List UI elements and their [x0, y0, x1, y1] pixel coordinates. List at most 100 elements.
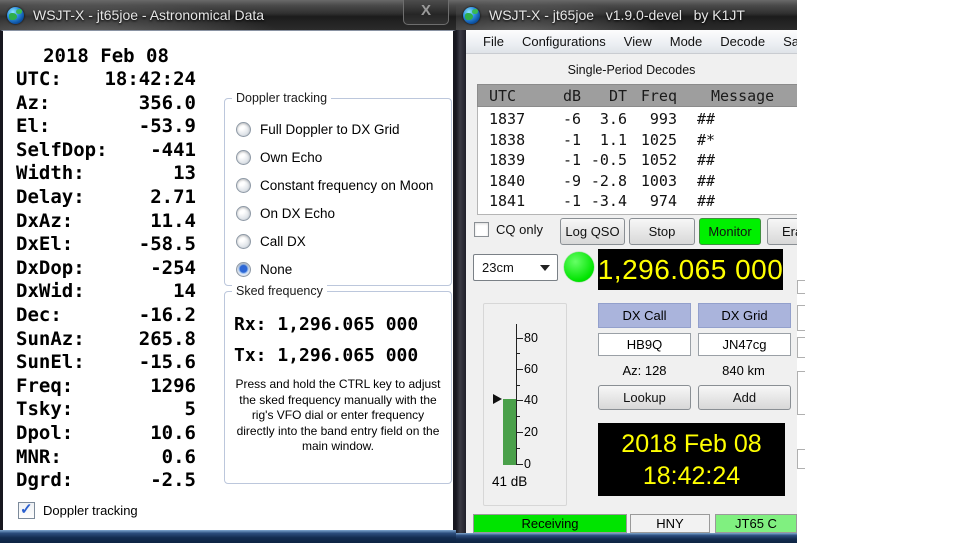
astro-value: 13: [173, 162, 196, 186]
menu-file[interactable]: File: [474, 34, 513, 49]
radio-on-dx-echo[interactable]: On DX Echo: [236, 199, 445, 227]
menu-view[interactable]: View: [615, 34, 661, 49]
decode-row[interactable]: 1840-9-2.81003##: [478, 171, 797, 192]
astro-row: UTC:18:42:24: [16, 68, 196, 92]
astro-label: El:: [16, 115, 50, 139]
close-icon[interactable]: X: [403, 0, 449, 25]
astro-value: 10.6: [150, 422, 196, 446]
radio-selected-icon[interactable]: [236, 262, 251, 277]
clipped-control-fragment: [797, 337, 805, 358]
cq-only-label: CQ only: [496, 222, 543, 237]
radio-label: Call DX: [260, 234, 306, 249]
decodes-table: UTC dB DT Freq Message 1837-63.6993## 18…: [477, 84, 797, 215]
astro-value: -53.9: [139, 115, 196, 139]
decode-row[interactable]: 1838-11.11025#*: [478, 130, 797, 151]
astro-label: Tsky:: [16, 398, 73, 422]
radio-own-echo[interactable]: Own Echo: [236, 143, 445, 171]
meter-tick-label: 0: [524, 457, 548, 471]
radio-icon[interactable]: [236, 122, 251, 137]
desktop: WSJT-X - jt65joe - Astronomical Data X 2…: [0, 0, 960, 543]
astro-row: MNR:0.6: [16, 446, 196, 470]
radio-full-doppler[interactable]: Full Doppler to DX Grid: [236, 115, 445, 143]
menu-decode[interactable]: Decode: [711, 34, 774, 49]
cell-db: -1: [545, 191, 581, 212]
stop-button[interactable]: Stop: [629, 218, 695, 245]
radio-constant-freq-moon[interactable]: Constant frequency on Moon: [236, 171, 445, 199]
radio-none[interactable]: None: [236, 255, 445, 283]
astro-value: 11.4: [150, 210, 196, 234]
menu-mode[interactable]: Mode: [661, 34, 712, 49]
erase-button[interactable]: Erase: [767, 218, 797, 245]
radio-label: Own Echo: [260, 150, 322, 165]
dx-grid-input[interactable]: JN47cg: [698, 333, 791, 356]
menu-configurations[interactable]: Configurations: [513, 34, 615, 49]
astro-value: -15.6: [139, 351, 196, 375]
meter-value-label: 41 dB: [492, 474, 527, 489]
right-titlebar[interactable]: WSJT-X - jt65joe v1.9.0-devel by K1JT: [456, 0, 797, 31]
decode-row[interactable]: 1837-63.6993##: [478, 109, 797, 130]
meter-pointer-icon: [493, 394, 502, 404]
astro-value: 18:42:24: [104, 68, 196, 92]
menu-bar: File Configurations View Mode Decode Sav…: [466, 30, 797, 54]
control-buttons-row: CQ only Log QSO Stop Monitor Erase: [466, 218, 797, 245]
cell-db: -1: [545, 130, 581, 151]
cell-db: -9: [545, 171, 581, 192]
astro-row: Dec:-16.2: [16, 304, 196, 328]
decodes-table-body[interactable]: 1837-63.6993## 1838-11.11025#* 1839-1-0.…: [477, 107, 797, 215]
sked-help-text: Press and hold the CTRL key to adjust th…: [233, 377, 443, 455]
cell-message: ##: [677, 191, 715, 212]
radio-icon[interactable]: [236, 206, 251, 221]
astro-row: DxWid:14: [16, 280, 196, 304]
single-period-decodes-title: Single-Period Decodes: [466, 63, 797, 77]
cell-message: #*: [677, 130, 715, 151]
astro-label: Freq:: [16, 375, 73, 399]
astro-value: 265.8: [139, 328, 196, 352]
lookup-button[interactable]: Lookup: [598, 385, 691, 410]
clipped-control-fragment: [797, 449, 805, 469]
cell-freq: 1052: [627, 150, 677, 171]
cell-dt: -2.8: [581, 171, 627, 192]
radio-call-dx[interactable]: Call DX: [236, 227, 445, 255]
left-titlebar[interactable]: WSJT-X - jt65joe - Astronomical Data X: [0, 0, 456, 31]
frequency-display[interactable]: 1,296.065 000: [598, 249, 783, 290]
decode-row[interactable]: 1839-1-0.51052##: [478, 150, 797, 171]
clock-time: 18:42:24: [643, 460, 740, 492]
cq-only-checkbox-row[interactable]: CQ only: [474, 222, 543, 237]
radio-label: Full Doppler to DX Grid: [260, 122, 400, 137]
doppler-tracking-checkbox[interactable]: [18, 502, 35, 519]
radio-icon[interactable]: [236, 234, 251, 249]
menu-save[interactable]: Save: [774, 34, 797, 49]
sked-rx-frequency: Rx: 1,296.065 000: [234, 314, 418, 335]
signal-meter: 80 60 40 20 0 41 dB: [483, 303, 567, 506]
col-freq: Freq: [627, 87, 677, 105]
cell-message: ##: [677, 171, 715, 192]
cell-utc: 1839: [478, 150, 545, 171]
sked-tx-frequency: Tx: 1,296.065 000: [234, 345, 418, 366]
astro-row: Dgrd:-2.5: [16, 469, 196, 493]
cell-freq: 974: [627, 191, 677, 212]
doppler-tracking-checkbox-row[interactable]: Doppler tracking: [18, 502, 138, 519]
astro-value: 1296: [150, 375, 196, 399]
cq-only-checkbox[interactable]: [474, 222, 489, 237]
app-globe-icon: [7, 7, 24, 24]
right-window-bottom-border: [456, 533, 797, 543]
cell-message: ##: [677, 109, 715, 130]
monitor-button[interactable]: Monitor: [699, 218, 761, 245]
add-button[interactable]: Add: [698, 385, 791, 410]
band-select[interactable]: 23cm: [473, 254, 558, 281]
dx-distance: 840 km: [697, 363, 790, 378]
radio-label: None: [260, 262, 292, 277]
cell-freq: 1003: [627, 171, 677, 192]
decode-row[interactable]: 1841-1-3.4974##: [478, 191, 797, 212]
cell-utc: 1837: [478, 109, 545, 130]
astro-row: DxAz:11.4: [16, 210, 196, 234]
radio-icon[interactable]: [236, 178, 251, 193]
clock-date: 2018 Feb 08: [621, 428, 761, 460]
cell-dt: 1.1: [581, 130, 627, 151]
dx-call-input[interactable]: HB9Q: [598, 333, 691, 356]
astro-value: -254: [150, 257, 196, 281]
log-qso-button[interactable]: Log QSO: [560, 218, 625, 245]
radio-icon[interactable]: [236, 150, 251, 165]
left-window-title: WSJT-X - jt65joe - Astronomical Data: [33, 7, 264, 23]
doppler-tracking-group: Doppler tracking Full Doppler to DX Grid…: [224, 98, 452, 286]
